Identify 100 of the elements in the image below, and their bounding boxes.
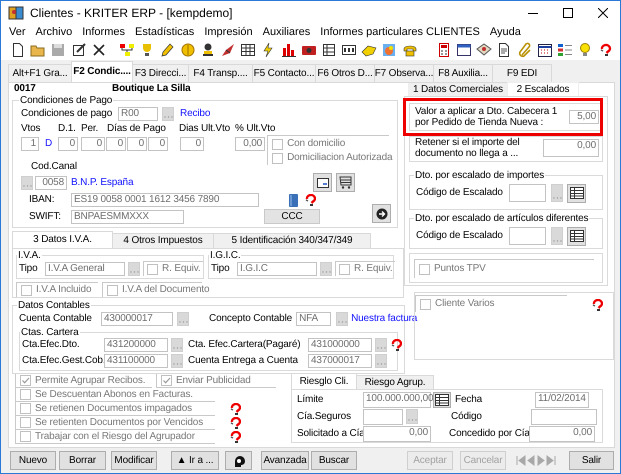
help-icon[interactable] [229, 403, 241, 415]
pencil-icon[interactable] [159, 42, 176, 58]
close-icon[interactable] [598, 8, 608, 18]
menu-item[interactable]: Impresión [199, 26, 258, 38]
checkbox[interactable] [107, 284, 118, 296]
checkbox[interactable] [161, 375, 172, 386]
text-field[interactable] [509, 227, 546, 245]
text-field[interactable]: 0 [148, 137, 168, 151]
text-field[interactable]: ES19 0058 0001 1612 3456 7890 [71, 193, 259, 207]
text-field[interactable]: 0,00 [235, 137, 266, 151]
maximize-icon[interactable] [563, 8, 573, 18]
text-field[interactable]: 0,00 [363, 426, 431, 442]
checkbox[interactable] [147, 264, 158, 274]
grid-button[interactable] [567, 184, 586, 202]
tab[interactable]: Alt+F1 Gra... [8, 64, 72, 82]
cart-button[interactable] [336, 173, 355, 192]
action-button[interactable]: Nuevo [10, 451, 56, 470]
assistant-button[interactable] [225, 451, 252, 470]
text-field[interactable]: 430000017 [101, 312, 173, 326]
tab[interactable]: 2 Escalados [507, 82, 579, 96]
menu-item[interactable]: Archivo [30, 26, 78, 38]
text-field[interactable]: 437000017 [308, 354, 372, 368]
paperclip-icon[interactable] [516, 42, 533, 58]
bar-chart-icon[interactable] [280, 42, 297, 58]
checkbox[interactable] [21, 284, 32, 296]
action-button[interactable]: Avanzada [261, 451, 309, 470]
field-label: Tipo [19, 262, 38, 274]
checkbox[interactable] [20, 431, 31, 442]
checkbox[interactable] [20, 389, 31, 400]
text-field[interactable]: R00 [118, 107, 158, 121]
ccc-button[interactable]: CCC [264, 209, 320, 224]
tab[interactable]: 4 Otros Impuestos [112, 233, 214, 248]
text-field[interactable]: 0,00 [543, 139, 599, 157]
text-field[interactable]: 5,00 [569, 110, 599, 124]
text-field[interactable]: 0058 [35, 176, 67, 190]
field-label: Cta.Efec.Gest.Cob. [22, 355, 104, 367]
text-field[interactable]: 431200000 [104, 338, 168, 352]
table-icon[interactable] [240, 42, 256, 58]
action-button[interactable]: Buscar [311, 451, 357, 470]
help-icon[interactable] [304, 194, 316, 206]
menu-item[interactable]: Estadísticas [130, 26, 200, 38]
checkbox[interactable] [20, 375, 31, 386]
calendar-button[interactable] [433, 392, 451, 408]
text-field[interactable]: 0 [58, 137, 78, 151]
action-button[interactable]: Borrar [59, 451, 106, 470]
text-field[interactable]: 0 [127, 137, 148, 151]
text-field[interactable]: 0,00 [529, 426, 595, 442]
text-field[interactable] [363, 408, 403, 424]
action-button[interactable]: ▲ Ir a ... [171, 451, 219, 470]
card-button[interactable] [313, 173, 332, 192]
text-field[interactable]: BNPAESMMXXX [71, 210, 184, 224]
checkbox[interactable] [419, 264, 430, 274]
tab[interactable]: Riesgo Agrup. [356, 375, 434, 389]
edit-icon[interactable] [70, 42, 87, 58]
checkbox[interactable] [339, 264, 350, 274]
window-icon[interactable] [456, 42, 472, 58]
tab[interactable]: 1 Datos Comerciales [408, 83, 508, 96]
column-header: Vtos [21, 123, 42, 135]
tab[interactable]: F9 EDI [492, 64, 552, 82]
action-button[interactable]: Modificar [111, 451, 157, 470]
help-icon[interactable] [229, 417, 241, 429]
menu-item[interactable]: Ver [4, 26, 31, 38]
action-button[interactable]: Salir [569, 451, 614, 470]
text-field[interactable]: 0 [81, 137, 106, 151]
text-field[interactable]: 0 [106, 137, 126, 151]
text-field[interactable]: 1 [21, 137, 39, 151]
calendar-icon[interactable] [536, 42, 553, 58]
text-field[interactable]: 431100000 [104, 354, 168, 368]
help-icon[interactable] [229, 431, 241, 443]
text-field[interactable]: I.G.I.C [237, 262, 317, 276]
menu-item[interactable]: Auxiliares [258, 26, 316, 38]
menu-item[interactable]: Informes [77, 26, 130, 38]
help-icon[interactable] [390, 339, 402, 351]
delete-icon[interactable] [90, 42, 107, 58]
menu-item[interactable]: Informes particulares CLIENTES [315, 26, 485, 38]
text-field[interactable]: 431000000 [308, 338, 372, 352]
text-field[interactable]: 100.000.000,00 [363, 392, 431, 408]
text-field[interactable]: NFA [296, 312, 332, 326]
network-icon[interactable] [119, 42, 136, 58]
text-field[interactable]: 0 [180, 137, 204, 151]
list-icon[interactable] [556, 42, 573, 58]
menu-item[interactable]: Ayuda [484, 26, 526, 38]
tab[interactable]: 5 Identificación 340/347/349 [213, 233, 371, 248]
tab[interactable]: 3 Datos I.V.A. [12, 231, 113, 248]
checkbox[interactable] [272, 152, 284, 164]
grid-button[interactable] [567, 226, 586, 246]
text-field[interactable]: 11/02/2014 [535, 392, 589, 408]
checkbox[interactable] [272, 138, 284, 150]
tab[interactable]: F2 Condic.... [71, 61, 133, 82]
next-button[interactable] [372, 204, 391, 223]
tab[interactable]: Riesglo Cli. [291, 373, 357, 389]
checkbox[interactable] [20, 417, 31, 428]
checkbox[interactable] [420, 298, 431, 310]
checkbox[interactable] [20, 403, 31, 414]
help-icon[interactable] [591, 299, 603, 311]
text-field[interactable] [531, 408, 597, 424]
text-field[interactable]: I.V.A General [45, 262, 125, 276]
grid-icon[interactable] [320, 42, 337, 58]
text-field[interactable] [509, 184, 546, 202]
coin-icon[interactable] [180, 42, 196, 58]
